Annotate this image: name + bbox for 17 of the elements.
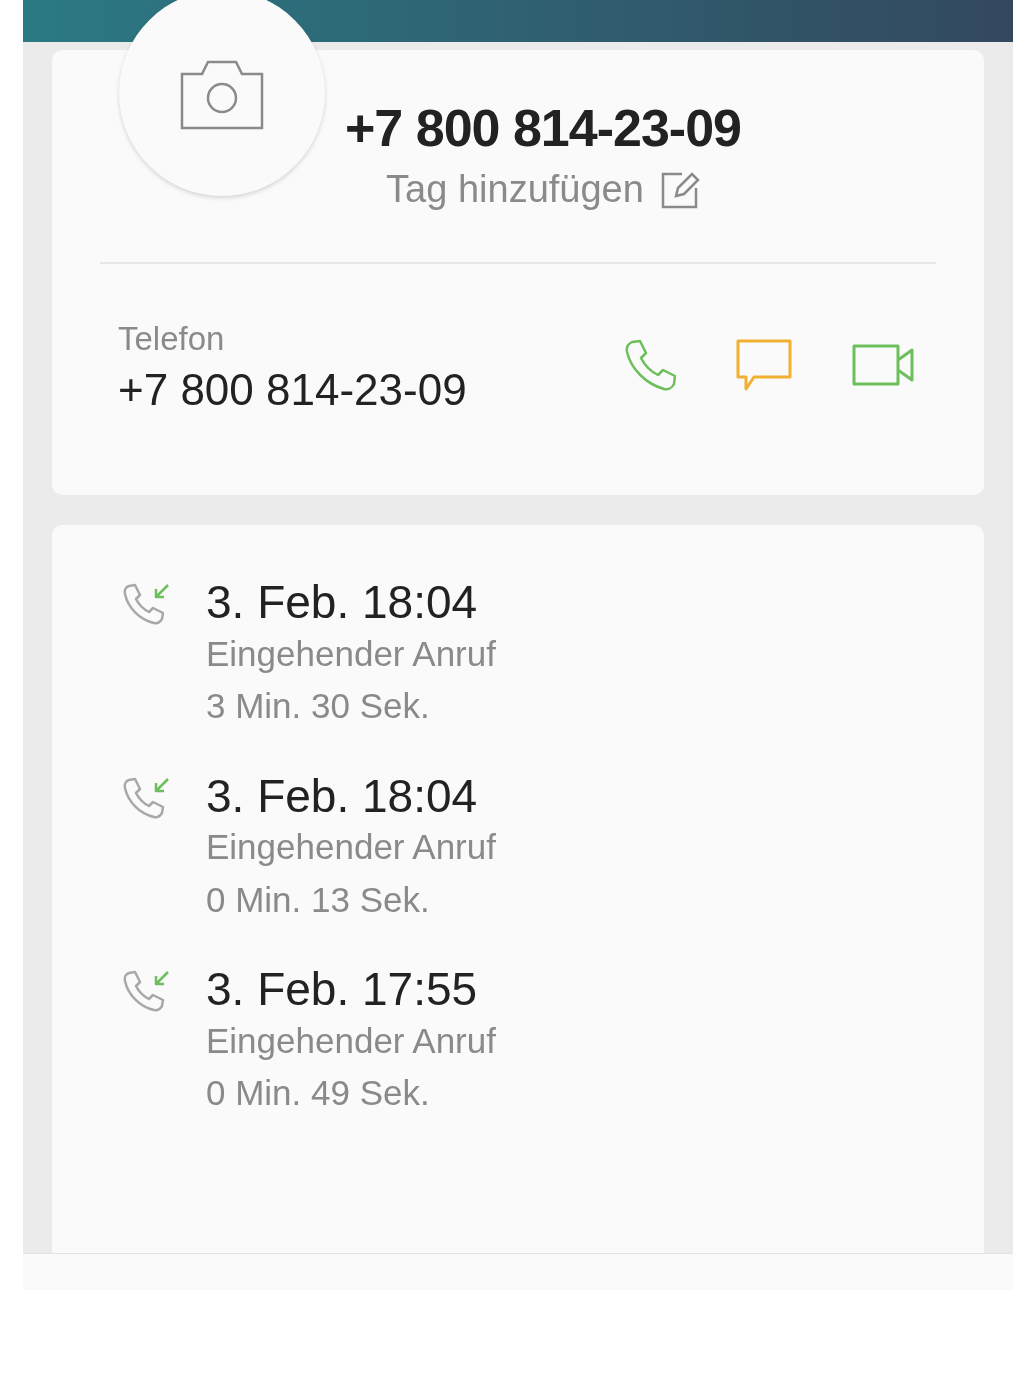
phone-icon[interactable] (624, 339, 676, 392)
call-type: Eingehender Anruf (206, 632, 496, 675)
phone-number: +7 800 814-23-09 (118, 363, 468, 416)
call-duration: 0 Min. 49 Sek. (206, 1072, 431, 1115)
call-date: 3. Feb. 17:55 (206, 964, 479, 1015)
call-type: Eingehender Anruf (206, 826, 496, 869)
camera-icon (180, 60, 264, 130)
call-duration: 0 Min. 13 Sek. (206, 878, 431, 921)
call-date: 3. Feb. 18:04 (206, 770, 479, 822)
video-call-icon[interactable] (852, 344, 914, 387)
phone-label: Telefon (118, 319, 226, 360)
call-date: 3. Feb. 18:04 (206, 577, 479, 628)
contact-number: +7 800 814-23-09 (344, 100, 742, 158)
tag-link[interactable]: Tag hinzufügen (102, 161, 984, 219)
message-icon[interactable] (736, 339, 792, 392)
call-duration: 3 Min. 30 Sek. (206, 685, 431, 728)
call-type: Eingehender Anruf (206, 1019, 496, 1062)
